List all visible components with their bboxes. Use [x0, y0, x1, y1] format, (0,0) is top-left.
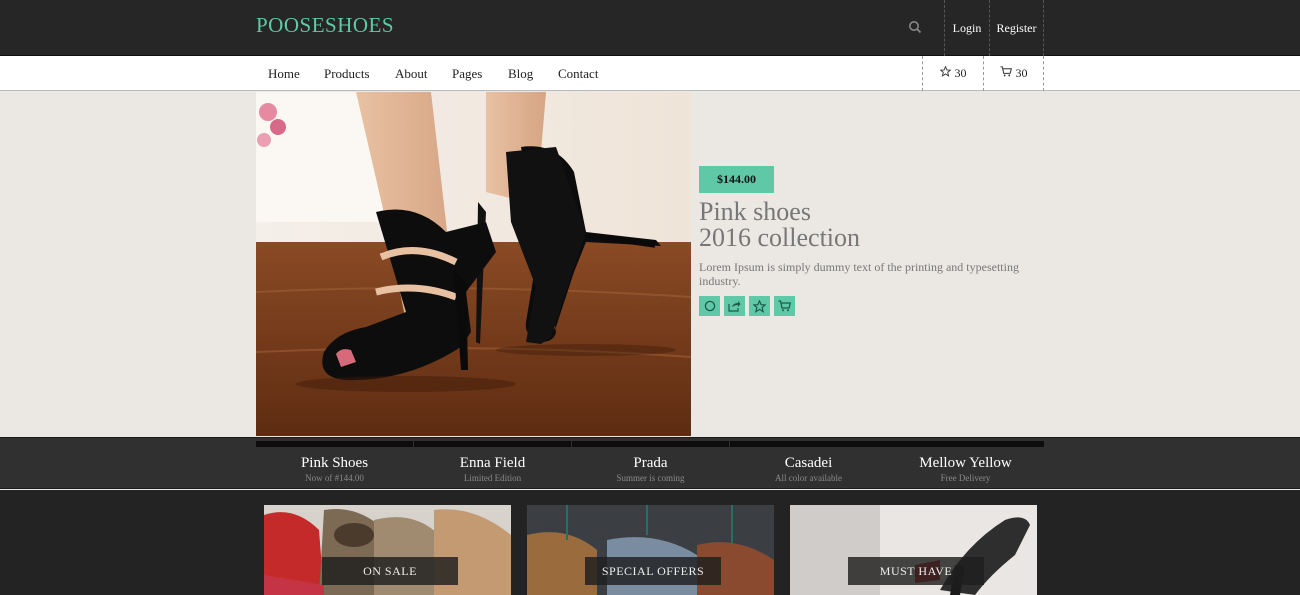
star-icon[interactable]: [749, 296, 770, 316]
tab-mellow-yellow[interactable]: Mellow Yellow Free Delivery: [887, 441, 1044, 487]
cart-icon: [1000, 66, 1012, 81]
circle-icon[interactable]: [699, 296, 720, 316]
main-nav: Home Products About Pages Blog Contact 3…: [0, 56, 1300, 91]
tab-title: Prada: [633, 455, 668, 471]
wishlist-count: 30: [954, 66, 967, 80]
tab-title: Casadei: [784, 455, 833, 471]
tab-title: Enna Field: [459, 455, 526, 471]
tab-prada[interactable]: Prada Summer is coming: [572, 441, 729, 487]
promo-label: MUST HAVE: [848, 557, 984, 585]
tab-subtitle: Summer is coming: [616, 473, 685, 483]
cart-icon[interactable]: [774, 296, 795, 316]
nav-item-products[interactable]: Products: [324, 56, 370, 91]
cart-count: 30: [1015, 66, 1028, 80]
search-icon[interactable]: [908, 19, 926, 37]
nav-item-pages[interactable]: Pages: [452, 56, 482, 91]
login-button[interactable]: Login: [944, 0, 989, 56]
tab-title: Pink Shoes: [300, 455, 369, 471]
hero-title-line2: 2016 collection: [699, 223, 861, 252]
nav-item-contact[interactable]: Contact: [558, 56, 598, 91]
tab-subtitle: Limited Edition: [463, 473, 522, 483]
nav-item-about[interactable]: About: [395, 56, 428, 91]
promo-special-offers[interactable]: SPECIAL OFFERS: [527, 505, 774, 595]
wishlist-button[interactable]: 30: [922, 56, 983, 91]
share-icon[interactable]: [724, 296, 745, 316]
nav-item-blog[interactable]: Blog: [508, 56, 533, 91]
tab-pink-shoes[interactable]: Pink Shoes Now of #144.00: [256, 441, 413, 487]
tab-subtitle: All color available: [775, 473, 842, 483]
tab-title: Mellow Yellow: [919, 455, 1012, 471]
star-icon: [938, 65, 952, 81]
hero-description: Lorem Ipsum is simply dummy text of the …: [699, 260, 1019, 288]
promo-must-have[interactable]: MUST HAVE: [790, 505, 1037, 595]
cart-button[interactable]: 30: [983, 56, 1044, 91]
promo-label: SPECIAL OFFERS: [585, 557, 721, 585]
promo-on-sale[interactable]: ON SALE: [264, 505, 511, 595]
promo-label: ON SALE: [322, 557, 458, 585]
tab-subtitle: Free Delivery: [940, 473, 991, 483]
tab-casadei[interactable]: Casadei All color available: [730, 441, 887, 487]
tab-subtitle: Now of #144.00: [305, 473, 364, 483]
tab-enna-field[interactable]: Enna Field Limited Edition: [414, 441, 571, 487]
hero-actions: [699, 296, 795, 316]
nav-item-home[interactable]: Home: [268, 56, 300, 91]
price-tag: $144.00: [699, 166, 774, 193]
site-logo[interactable]: POOSESHOES: [256, 13, 394, 38]
register-button[interactable]: Register: [989, 0, 1044, 56]
hero-title-line1: Pink shoes: [699, 197, 811, 226]
hero-product-image: [256, 92, 691, 436]
hero-title: Pink shoes 2016 collection: [699, 199, 860, 251]
top-bar: POOSESHOES Login Register: [0, 0, 1300, 56]
